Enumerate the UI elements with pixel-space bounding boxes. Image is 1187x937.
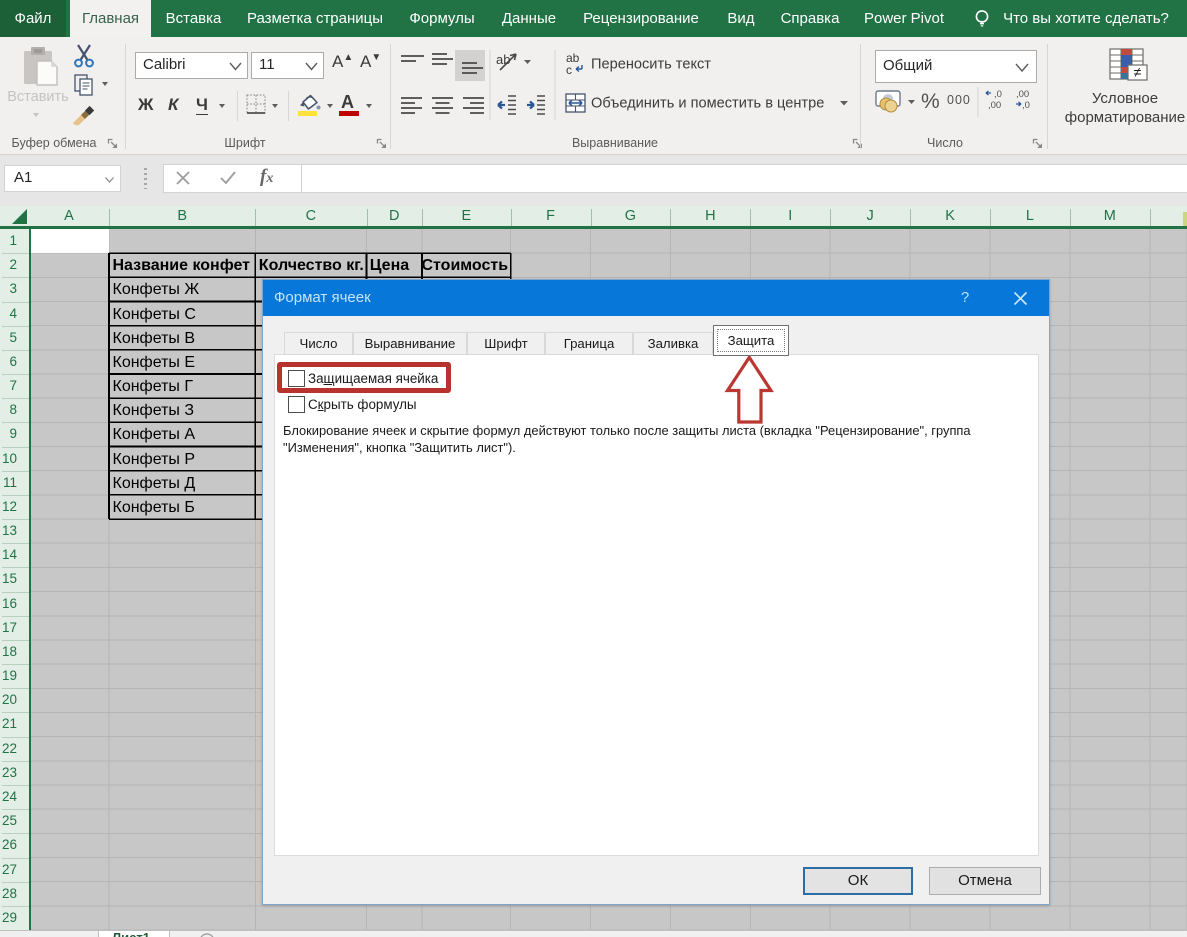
svg-text:Объединить и поместить в центр: Объединить и поместить в центре: [591, 96, 824, 112]
svg-text:≠: ≠: [1134, 64, 1142, 80]
svg-text:ab: ab: [496, 52, 510, 67]
svg-text:c: c: [566, 63, 572, 77]
svg-text:,0: ,0: [1022, 100, 1030, 111]
svg-text:,00: ,00: [988, 100, 1001, 111]
svg-text:Переносить текст: Переносить текст: [591, 57, 711, 73]
svg-text:000: 000: [947, 93, 971, 107]
svg-text:,00: ,00: [1016, 89, 1029, 100]
svg-text:,0: ,0: [994, 89, 1002, 100]
svg-text:%: %: [921, 90, 940, 113]
